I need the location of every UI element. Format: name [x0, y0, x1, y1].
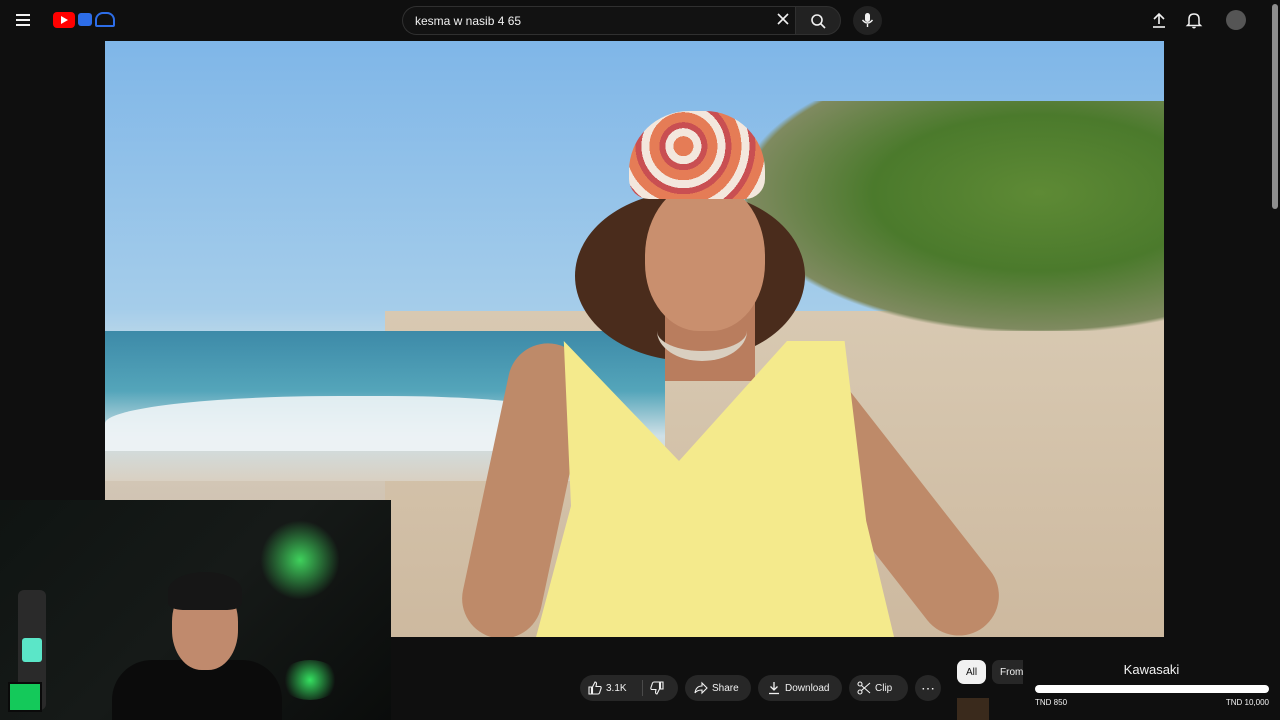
- top-bar: kesma w nasib 4 65: [0, 0, 1280, 41]
- goal-progress-track: [1035, 685, 1269, 693]
- clear-icon[interactable]: [776, 12, 790, 26]
- mic-icon: [861, 13, 874, 27]
- download-icon: [769, 682, 779, 695]
- youtube-logo[interactable]: [53, 12, 75, 28]
- clip-label: Clip: [875, 682, 893, 694]
- share-label: Share: [712, 682, 739, 694]
- streamer-webcam: [0, 500, 391, 720]
- webcam-green-light: [260, 520, 340, 600]
- download-label: Download: [785, 682, 830, 694]
- share-button[interactable]: Share: [685, 675, 751, 701]
- goal-target-amount: TND 10,000: [1225, 698, 1269, 707]
- dislike-button[interactable]: [648, 675, 678, 701]
- share-icon: [694, 681, 708, 695]
- voice-search-button[interactable]: [853, 6, 882, 35]
- menu-icon[interactable]: [16, 11, 36, 31]
- streamer-hair: [168, 572, 242, 610]
- logo-extra-icon: [78, 12, 118, 28]
- stream-goal-overlay: Kawasaki TND 850 TND 10,000: [1023, 645, 1280, 720]
- clip-button[interactable]: Clip: [849, 675, 908, 701]
- video-scene-cliff: [745, 101, 1164, 331]
- avatar[interactable]: [1226, 10, 1246, 30]
- recommendation-thumbnail[interactable]: [957, 698, 989, 720]
- goal-current-amount: TND 850: [1035, 698, 1068, 707]
- like-count: 3.1K: [606, 682, 627, 694]
- like-button[interactable]: 3.1K: [580, 675, 640, 701]
- webcam-green-light-2: [280, 660, 340, 700]
- video-person-necklace: [657, 301, 747, 361]
- goal-title: Kawasaki: [1123, 662, 1180, 677]
- kick-logo-icon: [8, 682, 42, 712]
- search-query: kesma w nasib 4 65: [415, 14, 522, 28]
- chip-all[interactable]: All: [957, 660, 986, 684]
- search-icon: [811, 14, 826, 29]
- thumbs-down-icon: [650, 681, 664, 695]
- like-divider: [642, 680, 643, 696]
- goal-progress-fill: [1035, 685, 1269, 693]
- webcam-mic-light: [22, 638, 42, 662]
- search-button[interactable]: [795, 6, 841, 35]
- like-dislike-group: 3.1K: [580, 675, 678, 701]
- thumbs-up-icon: [588, 681, 602, 695]
- bell-icon[interactable]: [1185, 11, 1203, 29]
- upload-icon[interactable]: [1150, 12, 1168, 30]
- page-scrollbar[interactable]: [1272, 4, 1278, 209]
- search-input[interactable]: kesma w nasib 4 65: [402, 6, 795, 35]
- more-actions-button[interactable]: ⋯: [915, 675, 941, 701]
- download-button[interactable]: Download: [758, 675, 842, 701]
- scissors-icon: [857, 681, 871, 695]
- more-icon: ⋯: [921, 680, 935, 696]
